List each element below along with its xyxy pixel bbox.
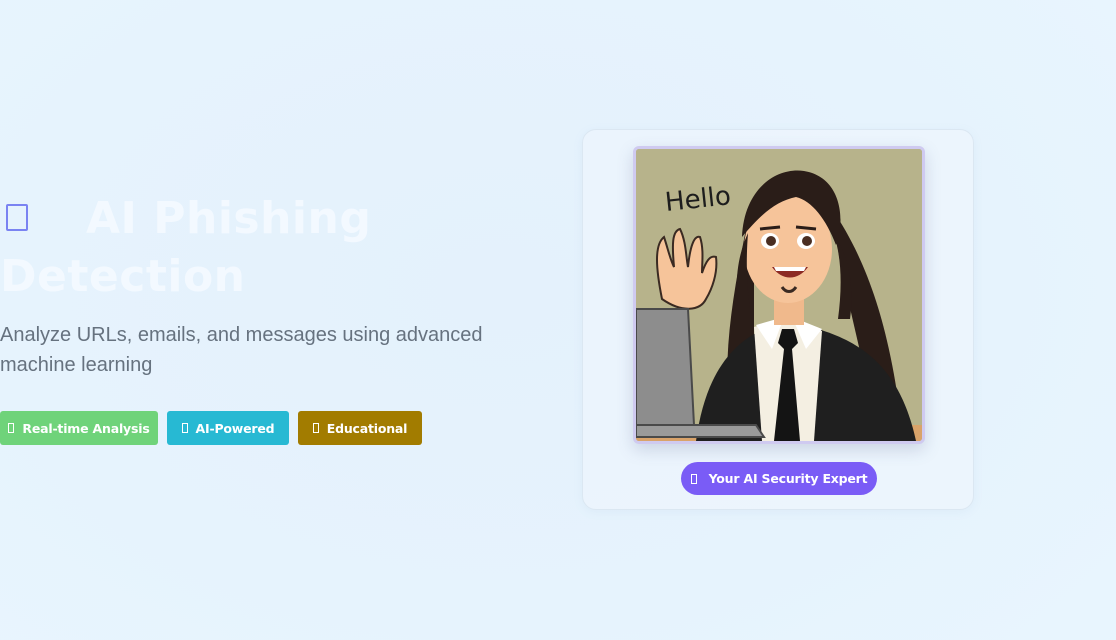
expert-badge-label: Your AI Security Expert (708, 471, 868, 486)
mascot-avatar: Hello (633, 146, 925, 444)
shield-icon (6, 204, 28, 231)
hero-subtitle: Analyze URLs, emails, and messages using… (0, 324, 483, 376)
graduation-cap-icon (312, 423, 319, 433)
badge-label: AI-Powered (195, 420, 275, 436)
expert-badge: Your AI Security Expert (681, 462, 877, 495)
badge-ai-powered: AI-Powered (167, 411, 289, 445)
robot-icon (181, 423, 188, 433)
badge-realtime-analysis: Real-time Analysis (0, 411, 158, 445)
page-title-line1: AI Phishing (86, 193, 372, 244)
feature-badges: Real-time Analysis AI-Powered Educationa… (0, 411, 422, 445)
hero-section: AI Phishing Detection Analyze URLs, emai… (0, 190, 560, 380)
mascot-illustration: Hello (636, 149, 922, 441)
mascot-card: Hello Your AI Security Expert (582, 129, 974, 510)
badge-label: Real-time Analysis (22, 420, 150, 436)
robot-icon (690, 473, 697, 484)
page-title-line2: Detection (0, 251, 246, 302)
bolt-icon (8, 423, 15, 433)
badge-label: Educational (326, 420, 408, 436)
badge-educational: Educational (298, 411, 422, 445)
page-title: AI Phishing Detection (0, 190, 560, 306)
